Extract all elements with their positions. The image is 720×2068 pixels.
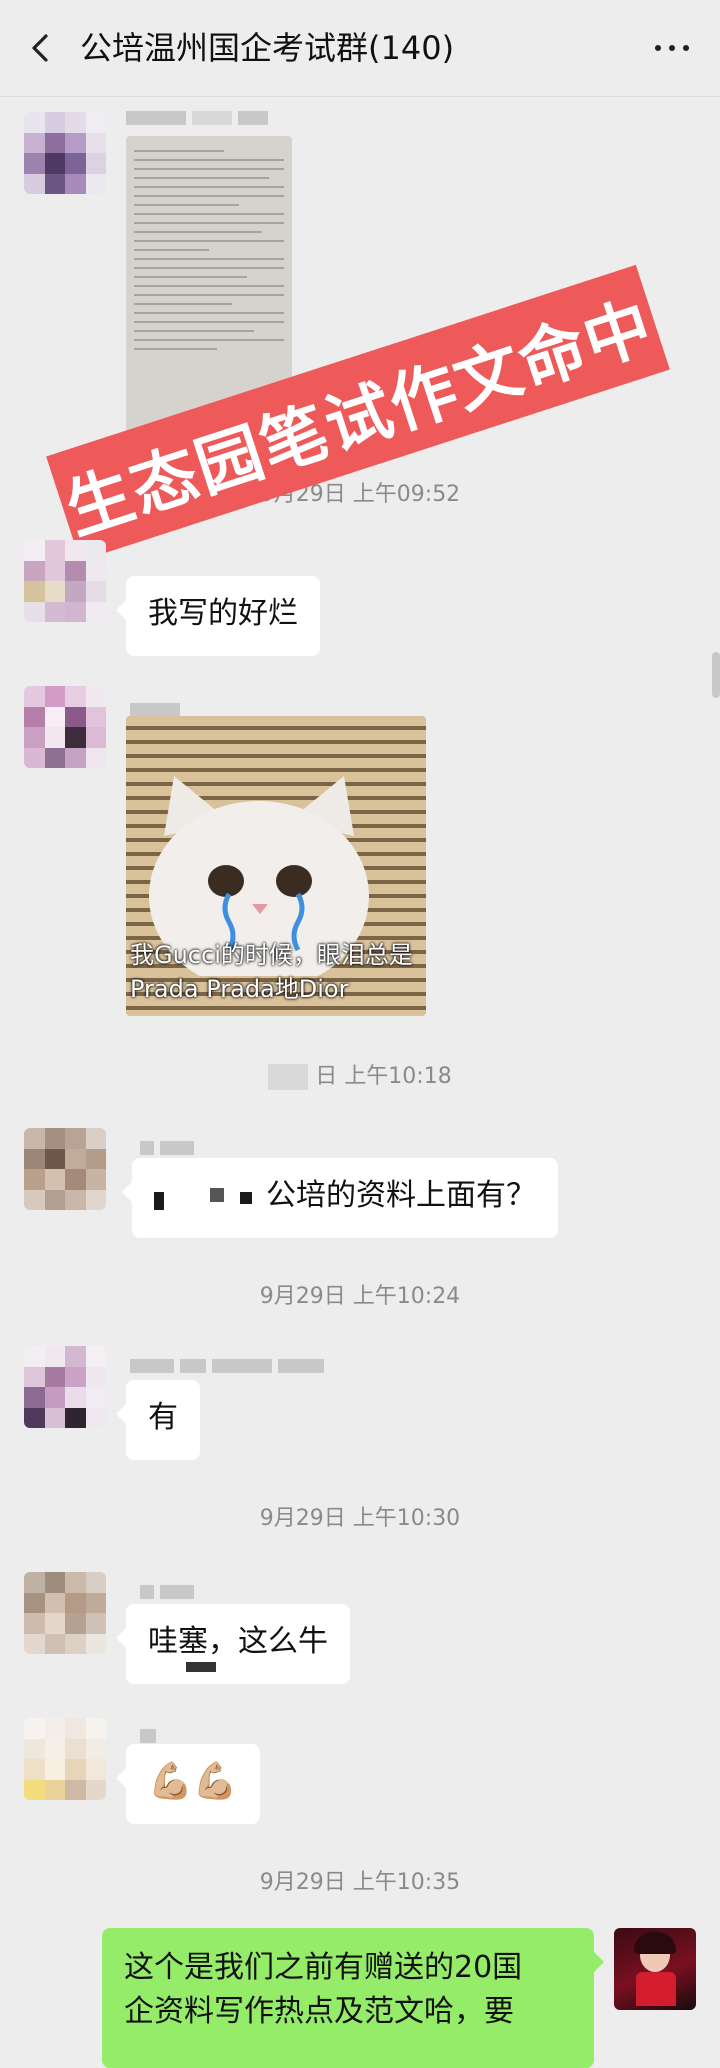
timestamp: 9月29日 上午10:24 [259, 1284, 461, 1309]
sender-name-blurred [126, 108, 268, 128]
cat-sticker[interactable]: 我Gucci的时候，眼泪总是Prada Prada地Dior [126, 716, 426, 1016]
self-message-bubble[interactable]: 这个是我们之前有赠送的20国 企资料写作热点及范文哈，要 [102, 1928, 604, 2068]
more-dots-icon[interactable] [650, 30, 694, 66]
timestamp: 日 上午10:18 [0, 1058, 720, 1090]
scrollbar[interactable] [712, 652, 720, 698]
chevron-left-icon[interactable] [24, 30, 60, 66]
message-line: 企资料写作热点及范文哈，要 [124, 1994, 514, 2029]
avatar[interactable] [24, 1718, 106, 1800]
timestamp-text: 日 上午10:18 [315, 1064, 452, 1089]
message-text: 我写的好烂 [148, 596, 298, 631]
chat-title: 公培温州国企考试群(140) [80, 29, 455, 67]
message-line: 这个是我们之前有赠送的20国 [124, 1950, 523, 1985]
message-text: 公培的资料上面有？ [266, 1178, 536, 1213]
timestamp: 9月29日 上午10:30 [259, 1506, 461, 1531]
timestamp: 9月29日 上午10:35 [259, 1870, 461, 1895]
avatar[interactable] [24, 1128, 106, 1210]
message-text: 有 [148, 1400, 178, 1435]
flexed-biceps-emoji: 💪🏼💪🏼 [148, 1761, 238, 1802]
sender-name-blurred [130, 1356, 324, 1376]
avatar[interactable] [24, 540, 106, 622]
message-bubble[interactable]: 有 [116, 1380, 200, 1460]
self-avatar[interactable] [614, 1928, 696, 2010]
sender-name-blurred [140, 1582, 194, 1602]
message-bubble[interactable]: 哇塞，这么牛 [116, 1604, 350, 1684]
message-text: 哇塞，这么牛 [148, 1624, 328, 1659]
sticker-caption: 我Gucci的时候，眼泪总是Prada Prada地Dior [130, 941, 413, 1003]
sender-name-blurred [140, 1726, 156, 1746]
avatar[interactable] [24, 112, 106, 194]
avatar[interactable] [24, 686, 106, 768]
chat-header: 公培温州国企考试群(140) [0, 0, 720, 97]
message-bubble[interactable]: 我写的好烂 [116, 576, 320, 656]
message-bubble[interactable]: 公培的资料上面有？ [122, 1158, 558, 1238]
message-bubble[interactable]: 💪🏼💪🏼 [116, 1744, 260, 1824]
avatar[interactable] [24, 1572, 106, 1654]
avatar[interactable] [24, 1346, 106, 1428]
sender-name-blurred [140, 1138, 194, 1158]
